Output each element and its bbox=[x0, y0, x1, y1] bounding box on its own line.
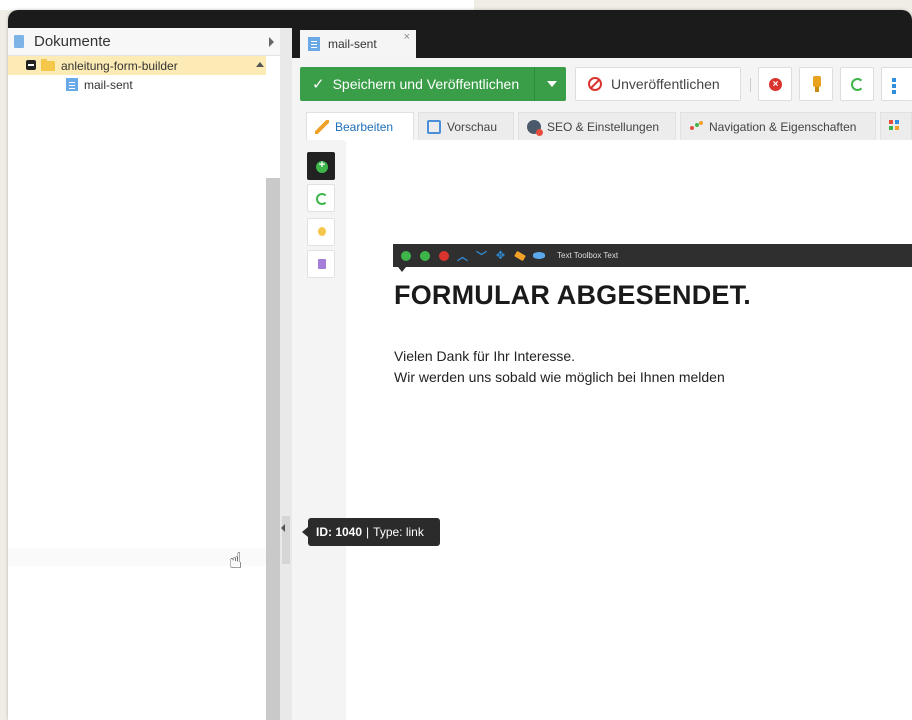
collapse-toggle-icon[interactable] bbox=[26, 60, 36, 70]
clear-cache-button[interactable] bbox=[799, 67, 833, 101]
check-icon: ✓ bbox=[312, 76, 325, 93]
page-icon bbox=[308, 37, 320, 51]
tab-edit-label: Bearbeiten bbox=[335, 120, 394, 134]
paragraph-line-2: Wir werden uns sobald wie möglich bei Ih… bbox=[394, 369, 725, 385]
save-publish-label: Speichern und Veröffentlichen bbox=[332, 76, 520, 92]
element-info-tooltip: ID: 1040 | Type: link bbox=[302, 518, 440, 546]
tab-edit[interactable]: Bearbeiten bbox=[306, 112, 414, 141]
gear-icon bbox=[527, 119, 543, 136]
tree-header[interactable]: Dokumente bbox=[8, 28, 280, 56]
tab-seo-label: SEO & Einstellungen bbox=[547, 119, 660, 134]
chevron-down-icon[interactable] bbox=[547, 81, 557, 87]
chevron-down-icon[interactable]: ﹀ bbox=[473, 247, 490, 264]
chevron-up-icon[interactable]: ︿ bbox=[454, 247, 471, 264]
close-icon[interactable]: × bbox=[404, 31, 410, 43]
tree-hover-row bbox=[8, 548, 266, 566]
editor-tabs: Bearbeiten Vorschau SEO & Einstellungen … bbox=[292, 108, 912, 141]
tree-scrollbar[interactable] bbox=[266, 178, 280, 720]
close-circle-icon: × bbox=[769, 78, 782, 91]
tree-node-folder[interactable]: anleitung-form-builder bbox=[8, 56, 266, 75]
reload-icon bbox=[851, 78, 864, 91]
window-topbar bbox=[8, 10, 912, 28]
move-icon[interactable]: ✥ bbox=[492, 247, 509, 264]
outer-top-strip bbox=[0, 0, 474, 10]
paragraph-line-1: Vielen Dank für Ihr Interesse. bbox=[394, 348, 576, 364]
remove-icon[interactable] bbox=[435, 247, 452, 264]
editable-side-tools bbox=[292, 140, 344, 720]
plus-circle-icon bbox=[316, 159, 328, 173]
lightbulb-icon bbox=[318, 227, 326, 236]
tab-preview[interactable]: Vorschau bbox=[418, 112, 514, 140]
toolbar-divider bbox=[750, 78, 751, 92]
pencil-icon bbox=[315, 120, 329, 134]
tree-page-label: mail-sent bbox=[84, 77, 133, 92]
text-block-toolbar: ︿ ﹀ ✥ Text Toolbox Text bbox=[393, 244, 912, 267]
delete-block-button[interactable] bbox=[307, 250, 335, 278]
app-window: Dokumente anleitung-form-builder mail-se… bbox=[8, 10, 912, 720]
editor-toolbar: ✓ Speichern und Veröffentlichen Unveröff… bbox=[292, 58, 912, 108]
toolbar-pointer bbox=[398, 267, 406, 272]
page-paragraph[interactable]: Vielen Dank für Ihr Interesse. Wir werde… bbox=[394, 346, 725, 388]
hand-cursor-icon: ☝ bbox=[229, 548, 243, 573]
tab-seo-settings[interactable]: SEO & Einstellungen bbox=[518, 112, 676, 140]
document-tree: anleitung-form-builder mail-sent bbox=[8, 56, 266, 94]
reload-icon bbox=[316, 193, 328, 205]
expand-panel-icon[interactable] bbox=[269, 37, 274, 47]
eye-icon[interactable] bbox=[530, 247, 547, 264]
save-split-divider bbox=[534, 67, 535, 101]
tree-header-title: Dokumente bbox=[34, 33, 111, 50]
save-publish-button[interactable]: ✓ Speichern und Veröffentlichen bbox=[300, 67, 566, 101]
tree-node-page[interactable]: mail-sent bbox=[8, 75, 266, 94]
tab-title: mail-sent bbox=[328, 37, 377, 51]
refresh-block-button[interactable] bbox=[307, 184, 335, 212]
trash-icon bbox=[318, 259, 326, 269]
reload-button[interactable] bbox=[840, 67, 874, 101]
tab-preview-label: Vorschau bbox=[447, 119, 498, 134]
folder-icon bbox=[41, 59, 55, 71]
page-icon bbox=[66, 78, 78, 91]
panel-splitter[interactable] bbox=[280, 28, 292, 720]
tree-folder-label: anleitung-form-builder bbox=[61, 58, 178, 73]
forbidden-icon bbox=[588, 77, 602, 91]
navigation-icon bbox=[689, 120, 703, 134]
text-toolbar-label: Text Toolbox Text bbox=[557, 251, 619, 260]
more-icon bbox=[892, 78, 896, 82]
add-below-icon[interactable] bbox=[416, 247, 433, 264]
page-heading[interactable]: FORMULAR ABGESENDET. bbox=[394, 280, 751, 311]
add-block-button[interactable] bbox=[307, 152, 335, 180]
grid-icon bbox=[889, 119, 903, 134]
brush-icon bbox=[813, 76, 821, 92]
more-options-button[interactable] bbox=[881, 67, 912, 101]
add-icon[interactable] bbox=[397, 247, 414, 264]
tree-scroll-up-icon[interactable] bbox=[256, 62, 264, 67]
document-tree-panel: Dokumente anleitung-form-builder mail-se… bbox=[8, 28, 280, 720]
documents-icon bbox=[14, 35, 24, 48]
preview-icon bbox=[427, 119, 441, 134]
tab-navigation-properties[interactable]: Navigation & Eigenschaften bbox=[680, 112, 876, 140]
unpublish-label: Unveröffentlichen bbox=[611, 76, 720, 92]
editor-panel: mail-sent × ✓ Speichern und Veröffentlic… bbox=[292, 28, 912, 720]
hint-button[interactable] bbox=[307, 218, 335, 246]
tab-more[interactable] bbox=[880, 112, 912, 140]
close-document-button[interactable]: × bbox=[758, 67, 792, 101]
tab-navigation-label: Navigation & Eigenschaften bbox=[709, 119, 857, 134]
document-tabstrip: mail-sent × bbox=[292, 28, 912, 58]
edit-icon[interactable] bbox=[511, 247, 528, 264]
unpublish-button[interactable]: Unveröffentlichen bbox=[575, 67, 741, 101]
tooltip-id: ID: 1040 bbox=[316, 525, 363, 539]
collapse-left-icon[interactable] bbox=[281, 524, 285, 532]
tab-mail-sent[interactable]: mail-sent × bbox=[300, 30, 416, 58]
tooltip-separator: | bbox=[366, 525, 370, 539]
tooltip-type: Type: link bbox=[373, 525, 424, 539]
page-preview-canvas: ︿ ﹀ ✥ Text Toolbox Text FORMULAR ABGESEN… bbox=[346, 140, 912, 720]
